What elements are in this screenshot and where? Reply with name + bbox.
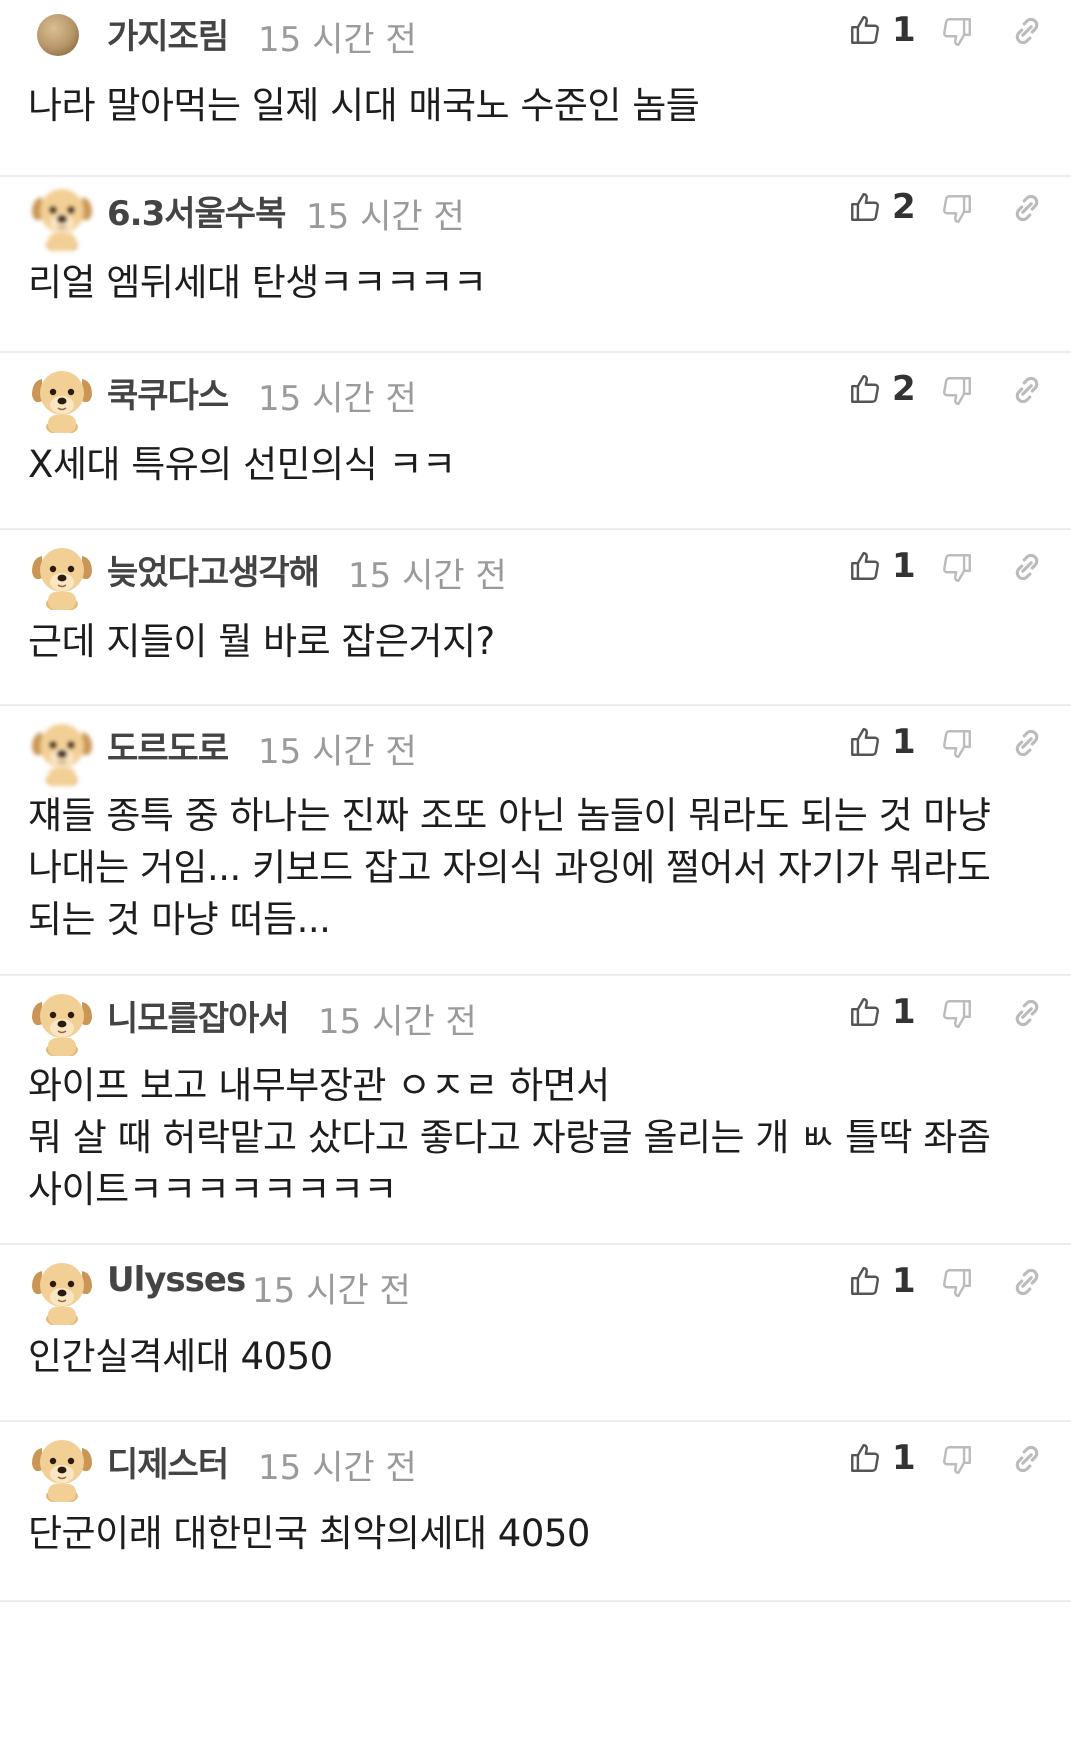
like-count: 1 bbox=[892, 1438, 916, 1478]
comment-header: 도르도로 15 시간 전 1 bbox=[0, 712, 1071, 788]
timestamp: 15 시간 전 bbox=[258, 379, 417, 419]
avatar-puppy[interactable] bbox=[28, 988, 96, 1058]
timestamp: 15 시간 전 bbox=[258, 1448, 417, 1488]
comment-text-line: 리얼 엠뒤세대 탄생ㅋㅋㅋㅋㅋ bbox=[28, 261, 487, 304]
comment-header: 늦었다고생각해 15 시간 전 1 bbox=[0, 536, 1071, 612]
comment-text-line: 나라 말아먹는 일제 시대 매국노 수준인 놈들 bbox=[28, 84, 700, 127]
comment-item: 도르도로 15 시간 전 1 쟤들 종특 중 하나는 진짜 조또 아닌 놈들이 뭐… bbox=[0, 706, 1071, 976]
comment-item: 디제스터 15 시간 전 1 단군이래 대한민국 최악의세대 4050 bbox=[0, 1422, 1071, 1602]
avatar-round[interactable] bbox=[28, 0, 96, 68]
timestamp: 15 시간 전 bbox=[258, 20, 417, 60]
comment-header: 가지조림 15 시간 전 1 bbox=[0, 0, 1071, 70]
thumbs-up-icon[interactable] bbox=[848, 724, 882, 760]
link-icon[interactable] bbox=[1010, 1265, 1044, 1299]
comment-text-line: 사이트ㅋㅋㅋㅋㅋㅋㅋㅋ bbox=[28, 1168, 397, 1211]
link-icon[interactable] bbox=[1010, 1442, 1044, 1476]
like-count: 1 bbox=[892, 1261, 916, 1301]
thumbs-up-icon[interactable] bbox=[848, 1440, 882, 1476]
link-icon[interactable] bbox=[1010, 550, 1044, 584]
comment-body: 근데 지들이 뭘 바로 잡은거지? bbox=[28, 616, 1048, 668]
author-name[interactable]: 가지조림 bbox=[107, 9, 229, 58]
link-icon[interactable] bbox=[1010, 191, 1044, 225]
timestamp: 15 시간 전 bbox=[348, 556, 507, 596]
author-name[interactable]: 쿡쿠다스 bbox=[107, 368, 229, 417]
author-name[interactable]: 6.3서울수복 bbox=[107, 186, 286, 235]
like-count: 1 bbox=[892, 992, 916, 1032]
thumbs-down-icon[interactable] bbox=[940, 1265, 974, 1301]
comment-list: 가지조림 15 시간 전 1 나라 말아먹는 일제 시대 매국노 수준인 놈들 6… bbox=[0, 0, 1071, 1602]
link-icon[interactable] bbox=[1010, 996, 1044, 1030]
thumbs-up-icon[interactable] bbox=[848, 994, 882, 1030]
comment-item: 니모를잡아서 15 시간 전 1 와이프 보고 내무부장관 ㅇㅈㄹ 하면서뭐 살 … bbox=[0, 976, 1071, 1245]
comment-body: 쟤들 종특 중 하나는 진짜 조또 아닌 놈들이 뭐라도 되는 것 마냥나대는 … bbox=[28, 790, 1048, 946]
comment-body: 나라 말아먹는 일제 시대 매국노 수준인 놈들 bbox=[28, 80, 1048, 132]
author-name[interactable]: 도르도로 bbox=[107, 721, 229, 770]
thumbs-up-icon[interactable] bbox=[848, 548, 882, 584]
link-icon[interactable] bbox=[1010, 726, 1044, 760]
comment-body: 단군이래 대한민국 최악의세대 4050 bbox=[28, 1508, 1048, 1560]
author-name[interactable]: 니모를잡아서 bbox=[107, 991, 290, 1040]
like-count: 2 bbox=[892, 187, 916, 227]
link-icon[interactable] bbox=[1010, 373, 1044, 407]
comment-item: 가지조림 15 시간 전 1 나라 말아먹는 일제 시대 매국노 수준인 놈들 bbox=[0, 0, 1071, 177]
like-count: 1 bbox=[892, 722, 916, 762]
comment-text-line: 되는 것 마냥 떠듬... bbox=[28, 898, 331, 941]
avatar-puppy[interactable] bbox=[28, 365, 96, 435]
thumbs-down-icon[interactable] bbox=[940, 14, 974, 50]
avatar-puppy[interactable] bbox=[28, 542, 96, 612]
comment-body: 인간실격세대 4050 bbox=[28, 1331, 1048, 1383]
author-name[interactable]: Ulysses bbox=[107, 1260, 246, 1300]
thumbs-up-icon[interactable] bbox=[848, 371, 882, 407]
like-count: 2 bbox=[892, 369, 916, 409]
comment-text-line: 쟤들 종특 중 하나는 진짜 조또 아닌 놈들이 뭐라도 되는 것 마냥 bbox=[28, 794, 991, 837]
comment-body: 리얼 엠뒤세대 탄생ㅋㅋㅋㅋㅋ bbox=[28, 257, 1048, 309]
thumbs-down-icon[interactable] bbox=[940, 191, 974, 227]
thumbs-down-icon[interactable] bbox=[940, 1442, 974, 1478]
comment-header: 디제스터 15 시간 전 1 bbox=[0, 1428, 1071, 1504]
comment-body: 와이프 보고 내무부장관 ㅇㅈㄹ 하면서뭐 살 때 허락맡고 샀다고 좋다고 자… bbox=[28, 1060, 1048, 1216]
avatar-puppy[interactable] bbox=[28, 1257, 96, 1327]
comment-text-line: 뭐 살 때 허락맡고 샀다고 좋다고 자랑글 올리는 개 ㅄ 틀딱 좌좀 bbox=[28, 1116, 991, 1159]
timestamp: 15 시간 전 bbox=[258, 732, 417, 772]
comment-item: 쿡쿠다스 15 시간 전 2 X세대 특유의 선민의식 ㅋㅋ bbox=[0, 353, 1071, 530]
comment-header: 니모를잡아서 15 시간 전 1 bbox=[0, 982, 1071, 1058]
timestamp: 15 시간 전 bbox=[252, 1271, 411, 1311]
timestamp: 15 시간 전 bbox=[318, 1002, 477, 1042]
link-icon[interactable] bbox=[1010, 14, 1044, 48]
thumbs-down-icon[interactable] bbox=[940, 726, 974, 762]
comment-item: Ulysses 15 시간 전 1 인간실격세대 4050 bbox=[0, 1245, 1071, 1422]
comment-text-line: 단군이래 대한민국 최악의세대 4050 bbox=[28, 1512, 590, 1555]
timestamp: 15 시간 전 bbox=[306, 197, 465, 237]
like-count: 1 bbox=[892, 546, 916, 586]
author-name[interactable]: 늦었다고생각해 bbox=[107, 545, 320, 594]
like-count: 1 bbox=[892, 10, 916, 50]
thumbs-up-icon[interactable] bbox=[848, 12, 882, 48]
comment-text-line: 와이프 보고 내무부장관 ㅇㅈㄹ 하면서 bbox=[28, 1064, 610, 1107]
comment-header: 쿡쿠다스 15 시간 전 2 bbox=[0, 359, 1071, 435]
comment-item: 늦었다고생각해 15 시간 전 1 근데 지들이 뭘 바로 잡은거지? bbox=[0, 530, 1071, 706]
avatar-puppy[interactable] bbox=[28, 1434, 96, 1504]
comment-text-line: 나대는 거임... 키보드 잡고 자의식 과잉에 쩔어서 자기가 뭐라도 bbox=[28, 846, 991, 889]
comment-text-line: X세대 특유의 선민의식 ㅋㅋ bbox=[28, 443, 456, 486]
thumbs-down-icon[interactable] bbox=[940, 373, 974, 409]
thumbs-down-icon[interactable] bbox=[940, 550, 974, 586]
comment-item: 6.3서울수복 15 시간 전 2 리얼 엠뒤세대 탄생ㅋㅋㅋㅋㅋ bbox=[0, 177, 1071, 353]
avatar-puppy[interactable] bbox=[28, 718, 96, 788]
comment-text-line: 인간실격세대 4050 bbox=[28, 1335, 333, 1378]
comment-header: 6.3서울수복 15 시간 전 2 bbox=[0, 177, 1071, 253]
thumbs-up-icon[interactable] bbox=[848, 189, 882, 225]
comment-body: X세대 특유의 선민의식 ㅋㅋ bbox=[28, 439, 1048, 491]
thumbs-up-icon[interactable] bbox=[848, 1263, 882, 1299]
avatar-puppy[interactable] bbox=[28, 183, 96, 253]
author-name[interactable]: 디제스터 bbox=[107, 1437, 229, 1486]
thumbs-down-icon[interactable] bbox=[940, 996, 974, 1032]
comment-header: Ulysses 15 시간 전 1 bbox=[0, 1251, 1071, 1327]
comment-text-line: 근데 지들이 뭘 바로 잡은거지? bbox=[28, 620, 495, 663]
